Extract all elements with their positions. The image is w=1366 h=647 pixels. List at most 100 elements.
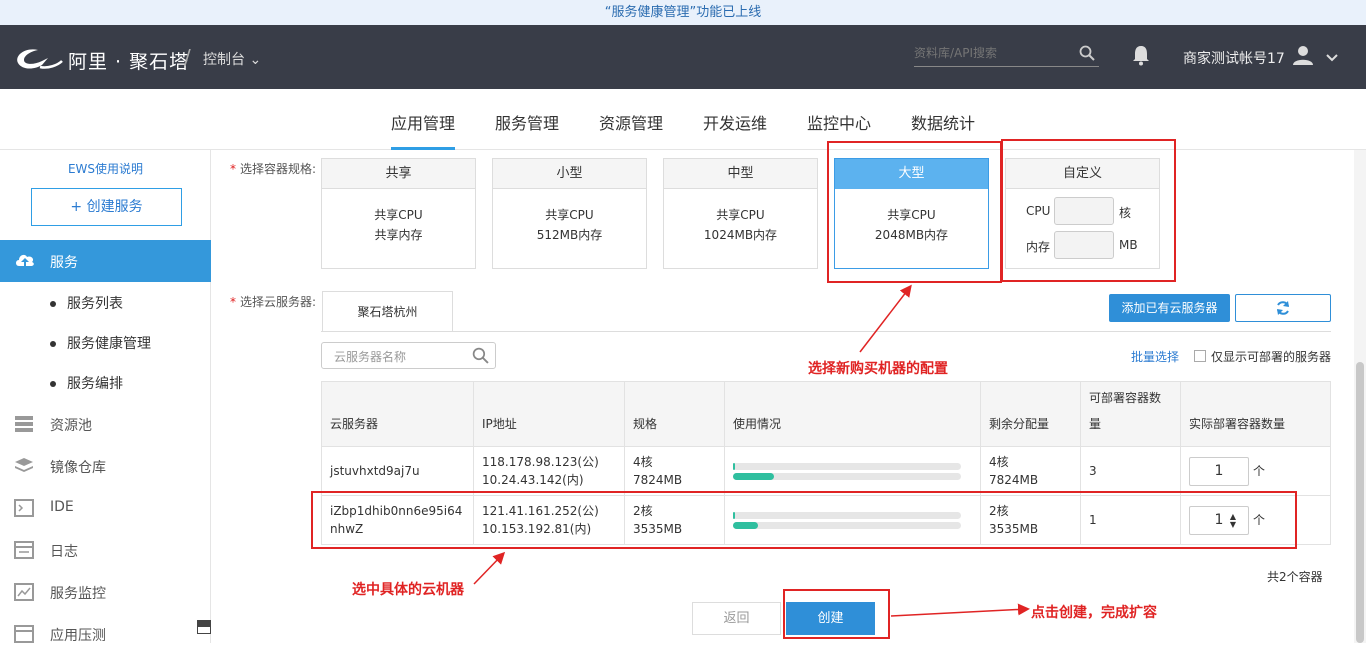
col-remaining: 剩余分配量 [980,381,1081,447]
annotation-box-create [783,589,890,639]
user-icon[interactable] [1292,44,1314,70]
spec-card-medium[interactable]: 中型 共享CPU 1024MB内存 [663,158,818,269]
log-window-icon [14,541,34,563]
sidebar-subitem-label: 服务列表 [67,296,123,312]
sidebar-subitem-label: 服务健康管理 [67,336,151,352]
sidebar-item-label: 资源池 [50,418,92,434]
spec-card-small[interactable]: 小型 共享CPU 512MB内存 [492,158,647,269]
spec-card-cpu: 共享CPU [374,208,423,222]
bell-icon[interactable] [1131,44,1151,70]
server-stack-icon [14,415,34,437]
remaining-cell: 4核 7824MB [980,446,1081,496]
spec-card-shared[interactable]: 共享 共享CPU 共享内存 [321,158,476,269]
refresh-icon [1275,301,1291,320]
spec-cell: 4核 7824MB [624,446,725,496]
server-name: jstuvhxtd9aj7u [321,446,474,496]
spec-card-memory: 1024MB内存 [703,228,778,242]
nav-tab-service[interactable]: 服务管理 [495,110,559,150]
chevron-down-icon[interactable] [1326,51,1338,66]
gauge-window-icon [14,625,34,647]
required-mark: * [230,295,236,309]
account-name[interactable]: 商家测试帐号17 [1183,48,1285,68]
remaining-cores: 4核 [989,455,1009,469]
spec-card-cpu: 共享CPU [716,208,765,222]
actual-count-input[interactable]: 1 [1189,456,1249,486]
spec-card-title: 中型 [664,159,817,189]
server-search-placeholder: 云服务器名称 [334,350,407,364]
breadcrumb-separator: / [184,45,191,69]
spec-card-cpu: 共享CPU [545,208,594,222]
scrollbar[interactable] [1354,150,1366,643]
spec-card-memory: 共享内存 [374,228,423,242]
spec-cores: 4核 [633,455,653,469]
col-deployable: 可部署容器数量 [1080,381,1181,447]
sidebar-item-service[interactable]: 服务 [0,240,211,282]
memory-usage-fill [733,472,775,480]
annotation-select-server: 选中具体的云机器 [352,582,464,598]
search-icon[interactable] [1079,45,1095,65]
sidebar-collapse-icon[interactable] [197,620,211,638]
cpu-usage-bar [733,462,961,470]
only-deployable-label: 仅显示可部署的服务器 [1211,350,1332,364]
annotation-click-create: 点击创建，完成扩容 [1031,605,1157,621]
console-label: 控制台 [203,52,245,68]
table-header-row: 云服务器 IP地址 规格 使用情况 剩余分配量 可部署容器数量 实际部署容器数量 [321,381,1331,447]
nav-tab-resource[interactable]: 资源管理 [599,110,663,150]
remaining-memory: 7824MB [989,473,1039,487]
annotation-box-large-spec [827,141,1002,283]
deployable-count: 3 [1080,446,1181,496]
sidebar-item-label: IDE [50,499,74,515]
sidebar-item-label: 服务 [50,255,78,271]
doc-search-input[interactable] [914,41,1074,65]
back-button[interactable]: 返回 [692,602,781,635]
chevron-down-icon: ⌄ [249,52,262,68]
console-menu[interactable]: 控制台 ⌄ [203,49,261,69]
add-existing-server-button[interactable]: 添加已有云服务器 [1109,294,1230,322]
region-tab-hangzhou[interactable]: 聚石塔杭州 [322,291,453,331]
actual-count-value: 1 [1214,462,1224,479]
cpu-usage-fill [733,462,736,470]
nav-tab-app[interactable]: 应用管理 [391,110,456,150]
server-search-input[interactable]: 云服务器名称 [321,342,496,369]
server-label-text: 选择云服务器: [240,295,317,309]
bullet-icon [50,301,56,307]
ip-public: 118.178.98.123(公) [482,455,599,469]
sidebar-subitem-list[interactable]: 服务列表 [50,293,123,313]
required-mark: * [230,162,236,176]
col-spec: 规格 [624,381,725,447]
col-actual: 实际部署容器数量 [1180,381,1331,447]
col-usage: 使用情况 [724,381,981,447]
sidebar-item-label: 应用压测 [50,628,106,644]
spec-label-text: 选择容器规格: [240,162,317,176]
scrollbar-thumb[interactable] [1356,362,1364,643]
brand-name: 阿里 · 聚石塔 [68,50,190,73]
col-ip: IP地址 [473,381,625,447]
search-icon[interactable] [472,347,489,368]
sidebar-item-label: 服务监控 [50,586,106,602]
spec-label: * 选择容器规格: [230,160,316,177]
sidebar-subitem-label: 服务编排 [67,376,123,392]
only-deployable-checkbox[interactable] [1194,350,1206,362]
logo[interactable]: 阿里 · 聚石塔 [12,43,189,77]
monitor-chart-icon [14,583,34,605]
sidebar-item-label: 镜像仓库 [50,460,106,476]
sidebar-subitem-orchestration[interactable]: 服务编排 [50,373,123,393]
nav-tab-devops[interactable]: 开发运维 [703,110,767,150]
table-row[interactable]: jstuvhxtd9aj7u 118.178.98.123(公) 10.24.43… [321,446,1331,496]
sidebar: EWS使用说明 + 创建服务 服务 服务列表 服务健康管理 服务编排 资源池 镜… [0,150,211,644]
ews-help-link[interactable]: EWS使用说明 [0,160,211,177]
alibaba-logo-icon [12,43,64,77]
cloud-upload-icon [14,250,36,274]
top-header: 阿里 · 聚石塔 / 控制台 ⌄ 商家测试帐号17 [0,25,1366,89]
refresh-button[interactable] [1235,294,1331,322]
annotation-select-config: 选择新购买机器的配置 [808,361,948,377]
sidebar-item-label: 日志 [50,544,78,560]
create-service-button[interactable]: + 创建服务 [31,188,182,226]
sidebar-subitem-health[interactable]: 服务健康管理 [50,333,151,353]
server-label: * 选择云服务器: [230,293,316,310]
count-unit: 个 [1253,464,1266,478]
batch-select-link[interactable]: 批量选择 [1131,348,1179,365]
terminal-icon [14,499,34,521]
notice-banner[interactable]: “服务健康管理”功能已上线 [0,0,1366,25]
spec-card-title: 小型 [493,159,646,189]
